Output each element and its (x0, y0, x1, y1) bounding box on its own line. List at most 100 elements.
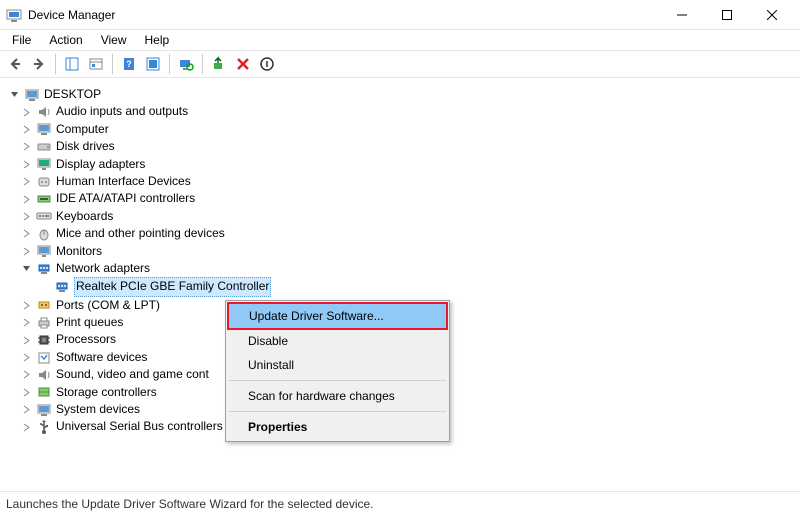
ctx-properties[interactable]: Properties (228, 415, 447, 439)
chevron-right-icon[interactable] (20, 176, 32, 188)
toolbar-separator (55, 54, 56, 74)
chevron-right-icon[interactable] (20, 123, 32, 135)
chevron-right-icon[interactable] (20, 386, 32, 398)
window-title: Device Manager (28, 8, 659, 22)
svg-text:?: ? (126, 59, 132, 69)
tree-item-label: Print queues (56, 314, 123, 331)
audio-icon (36, 104, 52, 120)
chevron-right-icon[interactable] (20, 158, 32, 170)
ctx-separator (229, 380, 446, 381)
forward-button[interactable] (28, 53, 50, 75)
ctx-update-driver[interactable]: Update Driver Software... (227, 302, 448, 330)
menu-file[interactable]: File (4, 31, 39, 49)
tree-item[interactable]: Audio inputs and outputs (6, 103, 794, 120)
update-driver-button[interactable] (208, 53, 230, 75)
status-text: Launches the Update Driver Software Wiza… (6, 497, 374, 511)
chevron-right-icon[interactable] (20, 141, 32, 153)
show-hide-tree-button[interactable] (61, 53, 83, 75)
tree-item-label: Network adapters (56, 260, 150, 277)
chevron-down-icon[interactable] (20, 263, 32, 275)
uninstall-button[interactable] (232, 53, 254, 75)
tree-item-label: Human Interface Devices (56, 173, 191, 190)
usb-icon (36, 419, 52, 435)
action-button[interactable] (142, 53, 164, 75)
disk-icon (36, 139, 52, 155)
tree-item-label: Keyboards (56, 208, 113, 225)
chevron-right-icon[interactable] (20, 193, 32, 205)
context-menu: Update Driver Software... Disable Uninst… (225, 300, 450, 442)
ide-icon (36, 191, 52, 207)
chevron-right-icon[interactable] (20, 352, 32, 364)
tree-item-label: Mice and other pointing devices (56, 225, 225, 242)
chevron-right-icon[interactable] (20, 404, 32, 416)
chevron-right-icon[interactable] (20, 210, 32, 222)
tree-item[interactable]: Computer (6, 121, 794, 138)
minimize-button[interactable] (659, 0, 704, 29)
tree-item[interactable]: Mice and other pointing devices (6, 225, 794, 242)
chevron-right-icon[interactable] (20, 317, 32, 329)
software-icon (36, 350, 52, 366)
tree-item-label: Universal Serial Bus controllers (56, 418, 223, 435)
keyboard-icon (36, 208, 52, 224)
menu-help[interactable]: Help (137, 31, 178, 49)
maximize-button[interactable] (704, 0, 749, 29)
chevron-right-icon[interactable] (20, 299, 32, 311)
menu-view[interactable]: View (93, 31, 135, 49)
menu-bar: File Action View Help (0, 30, 800, 50)
close-button[interactable] (749, 0, 794, 29)
port-icon (36, 297, 52, 313)
status-bar: Launches the Update Driver Software Wiza… (0, 491, 800, 515)
tree-item-label: IDE ATA/ATAPI controllers (56, 190, 195, 207)
ctx-uninstall[interactable]: Uninstall (228, 353, 447, 377)
toolbar-separator (202, 54, 203, 74)
tree-item[interactable]: Keyboards (6, 208, 794, 225)
ctx-disable[interactable]: Disable (228, 329, 447, 353)
tree-item-label: Storage controllers (56, 384, 157, 401)
ctx-scan[interactable]: Scan for hardware changes (228, 384, 447, 408)
chevron-right-icon[interactable] (20, 106, 32, 118)
tree-item-selected[interactable]: Realtek PCIe GBE Family Controller (6, 277, 794, 296)
toolbar-separator (112, 54, 113, 74)
network-adapter-icon (54, 279, 70, 295)
chevron-right-icon[interactable] (20, 245, 32, 257)
chevron-down-icon[interactable] (8, 89, 20, 101)
chevron-right-icon[interactable] (20, 369, 32, 381)
ctx-separator (229, 411, 446, 412)
display-icon (36, 156, 52, 172)
title-bar: Device Manager (0, 0, 800, 30)
processor-icon (36, 332, 52, 348)
storage-icon (36, 384, 52, 400)
tree-item-label: Audio inputs and outputs (56, 103, 188, 120)
tree-root[interactable]: DESKTOP (6, 86, 794, 103)
properties-button[interactable] (85, 53, 107, 75)
tree-item-label: Disk drives (56, 138, 115, 155)
tree-item-label: Display adapters (56, 156, 145, 173)
network-icon (36, 261, 52, 277)
scan-hardware-button[interactable] (175, 53, 197, 75)
back-button[interactable] (4, 53, 26, 75)
tree-item-network[interactable]: Network adapters (6, 260, 794, 277)
tree-item[interactable]: Display adapters (6, 156, 794, 173)
disable-button[interactable] (256, 53, 278, 75)
tree-item-label: Processors (56, 331, 116, 348)
system-icon (36, 402, 52, 418)
help-button[interactable]: ? (118, 53, 140, 75)
tree-item-label: Software devices (56, 349, 147, 366)
tree-item[interactable]: Human Interface Devices (6, 173, 794, 190)
printer-icon (36, 315, 52, 331)
tree-item[interactable]: Monitors (6, 243, 794, 260)
chevron-right-icon[interactable] (20, 421, 32, 433)
tree-item-label: Computer (56, 121, 109, 138)
tree-root-label: DESKTOP (44, 86, 101, 103)
menu-action[interactable]: Action (41, 31, 90, 49)
tree-item[interactable]: IDE ATA/ATAPI controllers (6, 190, 794, 207)
tree-item-label: Sound, video and game cont (56, 366, 209, 383)
tree-item-label: Monitors (56, 243, 102, 260)
computer-icon (24, 87, 40, 103)
chevron-right-icon[interactable] (20, 334, 32, 346)
app-icon (6, 7, 22, 23)
sound-icon (36, 367, 52, 383)
chevron-right-icon[interactable] (20, 228, 32, 240)
computer-icon (36, 121, 52, 137)
tree-item[interactable]: Disk drives (6, 138, 794, 155)
